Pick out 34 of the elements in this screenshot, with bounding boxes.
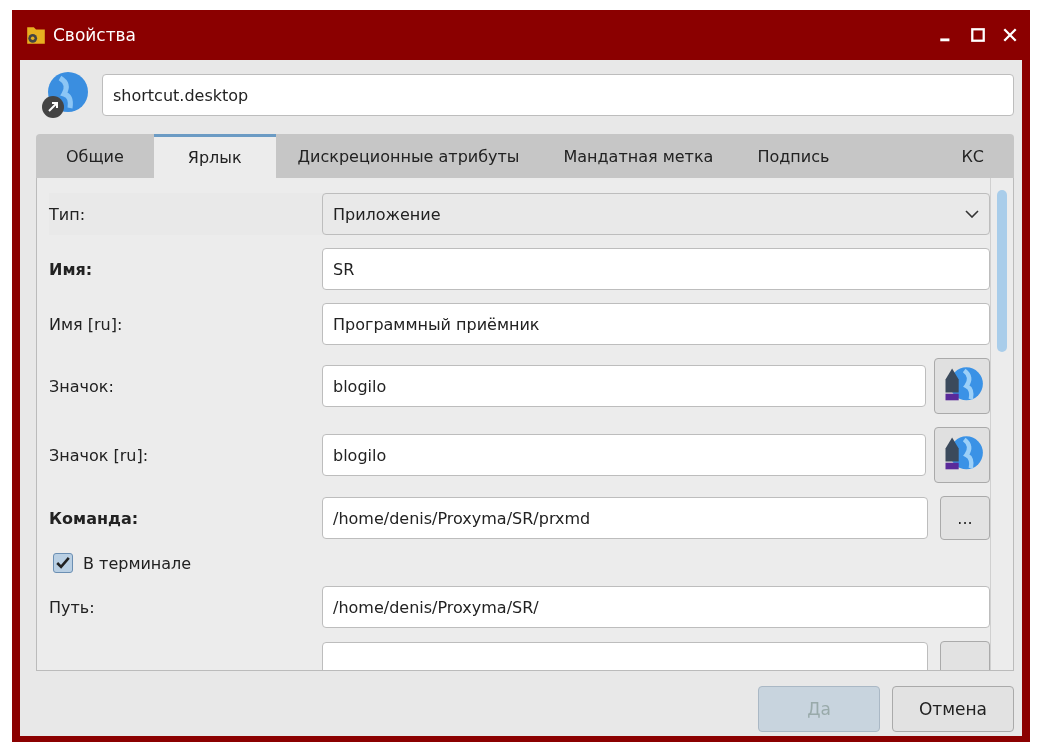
- checkbox-label: В терминале: [83, 553, 192, 573]
- maximize-icon[interactable]: [970, 27, 986, 43]
- browse-button[interactable]: ...: [940, 496, 990, 540]
- folder-gear-icon: [25, 24, 47, 46]
- scrollbar-thumb[interactable]: [997, 190, 1007, 352]
- close-icon[interactable]: [1002, 27, 1018, 43]
- tab[interactable]: Дискреционные атрибуты: [275, 134, 542, 178]
- field-label: Тип:: [49, 204, 86, 224]
- input-field[interactable]: blogilo: [322, 434, 926, 476]
- file-name-field[interactable]: shortcut.desktop: [102, 74, 1014, 116]
- input-field[interactable]: /home/denis/Proxyma/SR/: [322, 586, 990, 628]
- tab[interactable]: Общие: [36, 134, 154, 178]
- field-label: Значок [ru]:: [49, 445, 149, 465]
- tab[interactable]: КС: [931, 134, 1014, 178]
- field-label: Имя:: [49, 259, 93, 279]
- chevron-down-icon: [965, 210, 979, 218]
- input-field[interactable]: blogilo: [322, 365, 926, 407]
- globe-shortcut-icon: [40, 70, 90, 120]
- checkbox[interactable]: [53, 553, 73, 573]
- field-label: Команда:: [49, 508, 139, 528]
- icon-button[interactable]: [934, 358, 990, 414]
- input-field[interactable]: /home/denis/Proxyma/SR/prxmd: [322, 497, 928, 539]
- tab[interactable]: Ярлык: [153, 134, 276, 178]
- dropdown[interactable]: Приложение: [322, 193, 990, 235]
- tab[interactable]: Мандатная метка: [541, 134, 736, 178]
- field-label: Значок:: [49, 376, 114, 396]
- icon-button[interactable]: [934, 427, 990, 483]
- field-label: Путь:: [49, 597, 95, 617]
- dialog-button[interactable]: Отмена: [892, 686, 1014, 732]
- window-title: Свойства: [53, 25, 137, 45]
- input-field[interactable]: SR: [322, 248, 990, 290]
- input-field[interactable]: Программный приёмник: [322, 303, 990, 345]
- field-label: Имя [ru]:: [49, 314, 123, 334]
- tab[interactable]: Подпись: [735, 134, 852, 178]
